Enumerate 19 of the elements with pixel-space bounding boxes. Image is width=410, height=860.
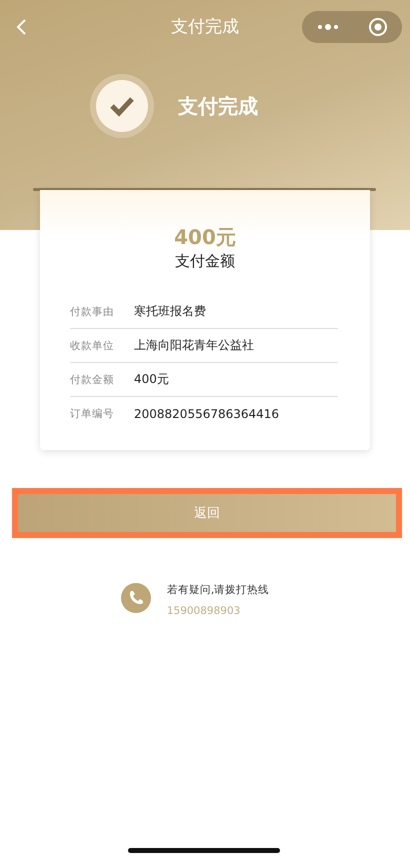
detail-label: 付款金额 [70,372,115,386]
detail-label: 收款单位 [70,338,115,352]
detail-value: 上海向阳花青年公益社 [134,337,254,354]
detail-value: 2008820556786364416 [134,406,280,420]
status-title: 支付完成 [178,92,258,120]
phone-icon [120,582,151,612]
detail-value: 寒托班报名费 [134,303,206,320]
help-text: 若有疑问,请拨打热线 [166,584,270,596]
detail-value: 400元 [134,371,169,388]
hotline-number[interactable]: 15900898903 [166,605,240,617]
more-icon[interactable] [316,23,338,31]
paid-amount: 400元 [174,224,236,251]
back-button[interactable]: 返回 [18,494,396,532]
detail-label: 订单编号 [70,406,115,420]
close-icon[interactable] [368,17,388,37]
amount-label: 支付金额 [175,252,235,270]
checkmark-icon [96,80,148,132]
detail-label: 付款事由 [70,304,115,318]
page-title: 支付完成 [171,16,239,38]
